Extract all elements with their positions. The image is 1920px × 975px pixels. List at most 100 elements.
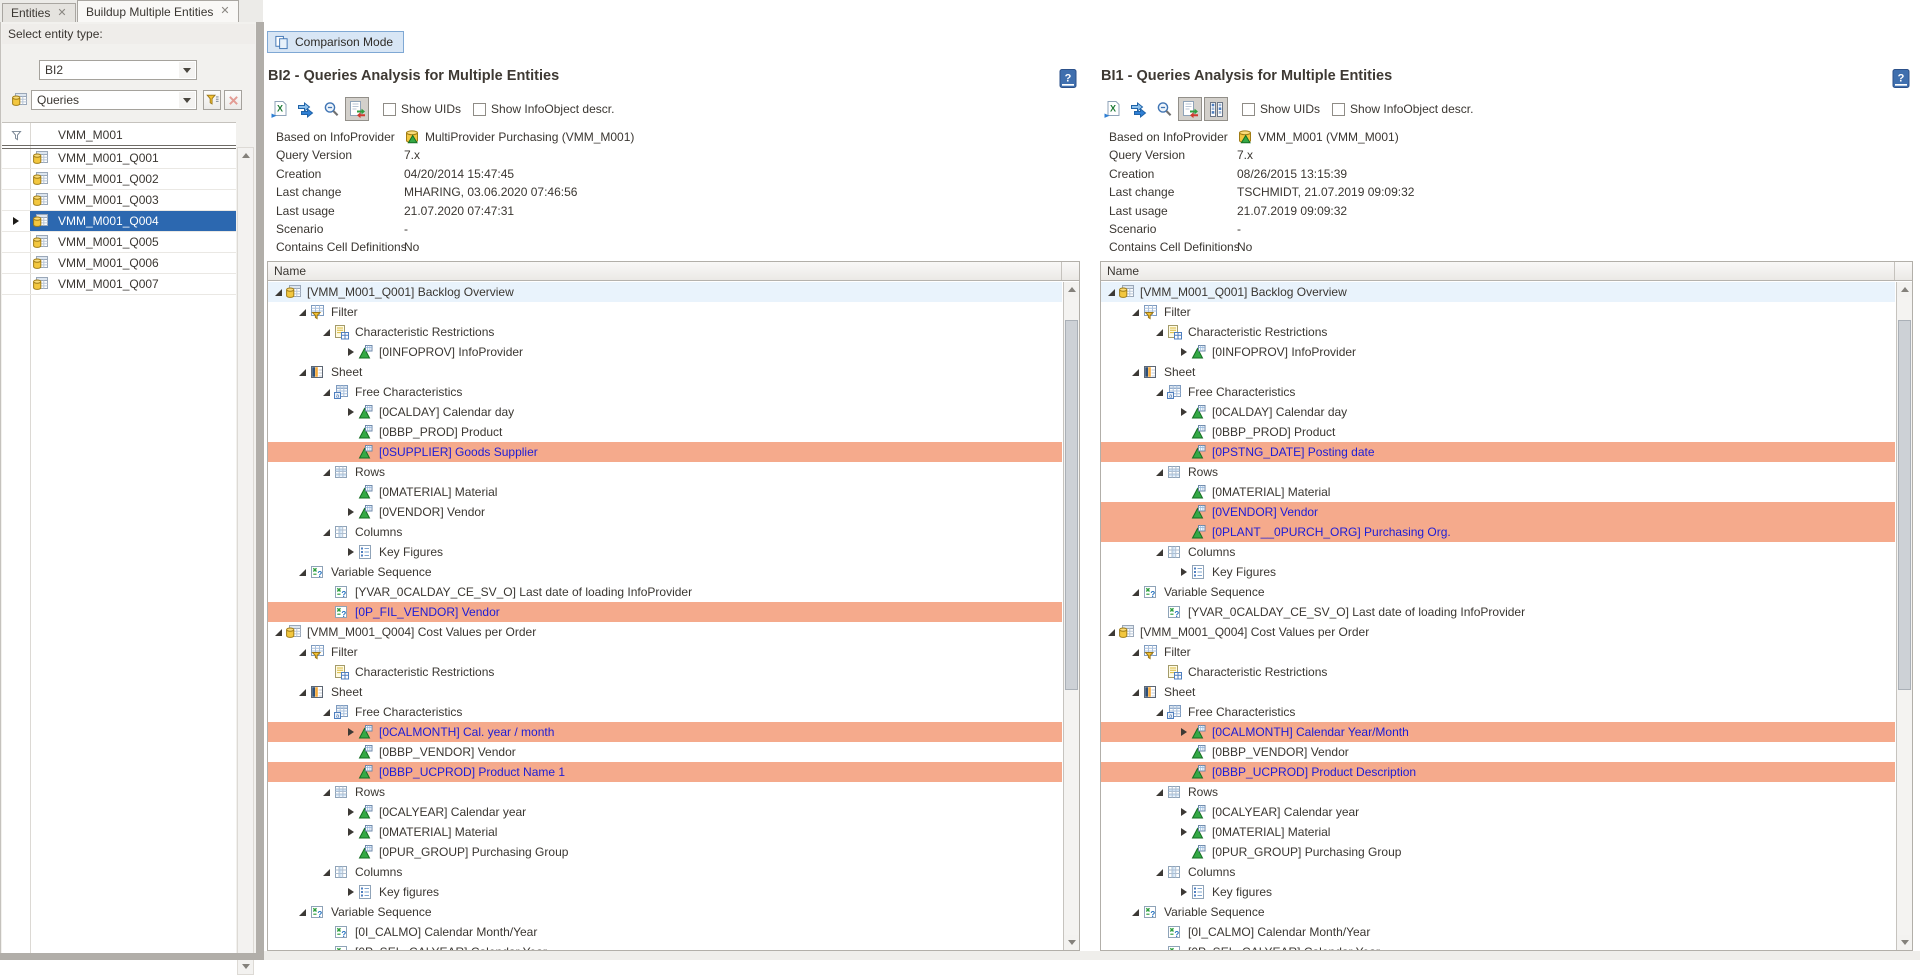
scroll-down-icon[interactable] [1897, 935, 1912, 950]
list-item[interactable]: VMM_M001_Q002 [2, 169, 236, 190]
collapse-icon[interactable] [320, 469, 333, 476]
list-item[interactable]: VMM_M001_Q003 [2, 190, 236, 211]
tree-row[interactable]: Sheet [1101, 362, 1895, 382]
tree-row[interactable]: [0PSTNG_DATE] Posting date [1101, 442, 1895, 462]
tree-row[interactable]: Rows [268, 462, 1062, 482]
chevron-down-icon[interactable] [179, 62, 195, 78]
collapse-icon[interactable] [1129, 909, 1142, 916]
tree-row[interactable]: Filter [1101, 302, 1895, 322]
layout-columns-icon[interactable] [1204, 97, 1228, 121]
collapse-icon[interactable] [296, 569, 309, 576]
excel-export-icon[interactable]: X [267, 97, 291, 121]
checkbox[interactable] [1332, 103, 1345, 116]
tree-row[interactable]: Filter [268, 302, 1062, 322]
tree-row[interactable]: Key figures [1101, 882, 1895, 902]
tree-row[interactable]: ?[0I_CALMO] Calendar Month/Year [1101, 922, 1895, 942]
tree-row[interactable]: [VMM_M001_Q001] Backlog Overview [1101, 282, 1895, 302]
tree-row[interactable]: [0PUR_GROUP] Purchasing Group [268, 842, 1062, 862]
clear-filter-button[interactable] [224, 90, 242, 110]
tab-buildup-multiple-entities[interactable]: Buildup Multiple Entities ✕ [77, 0, 239, 23]
tree-row[interactable]: Sheet [268, 682, 1062, 702]
tree-row[interactable]: [VMM_M001_Q004] Cost Values per Order [268, 622, 1062, 642]
help-book-icon[interactable]: ? [1891, 68, 1912, 90]
tree-row[interactable]: Columns [268, 522, 1062, 542]
chevron-down-icon[interactable] [179, 92, 195, 108]
tree-row[interactable]: [0CALYEAR] Calendar year [268, 802, 1062, 822]
collapse-icon[interactable] [320, 389, 333, 396]
expand-icon[interactable] [1177, 408, 1190, 416]
tree-row[interactable]: aFree Characteristics [1101, 382, 1895, 402]
tab-entities[interactable]: Entities ✕ [2, 3, 76, 23]
expand-collapse-icon[interactable] [345, 97, 369, 121]
tree-row[interactable]: Filter [268, 642, 1062, 662]
tree-row[interactable]: [0BBP_VENDOR] Vendor [268, 742, 1062, 762]
tree-row[interactable]: Columns [268, 862, 1062, 882]
collapse-icon[interactable] [1153, 549, 1166, 556]
scroll-down-icon[interactable] [238, 959, 253, 974]
expand-icon[interactable] [1177, 728, 1190, 736]
tree-row[interactable]: Key Figures [1101, 562, 1895, 582]
scroll-up-icon[interactable] [1897, 282, 1912, 297]
collapse-icon[interactable] [320, 709, 333, 716]
show-infoobject-descr-checkbox[interactable]: Show InfoObject descr. [1332, 102, 1473, 116]
collapse-icon[interactable] [1105, 289, 1118, 296]
tree-row[interactable]: [0CALDAY] Calendar day [1101, 402, 1895, 422]
tree-row[interactable]: [0MATERIAL] Material [268, 822, 1062, 842]
tree-row[interactable]: Rows [1101, 462, 1895, 482]
expand-icon[interactable] [344, 828, 357, 836]
tree-row[interactable]: [0PUR_GROUP] Purchasing Group [1101, 842, 1895, 862]
collapse-icon[interactable] [1129, 369, 1142, 376]
collapse-icon[interactable] [296, 309, 309, 316]
tree-row[interactable]: [0CALMONTH] Cal. year / month [268, 722, 1062, 742]
entity-type-select[interactable]: Queries [31, 90, 197, 110]
tree-row[interactable]: aFree Characteristics [268, 382, 1062, 402]
tree-row[interactable]: Filter [1101, 642, 1895, 662]
tree-scrollbar[interactable] [1896, 282, 1912, 950]
tree-row[interactable]: [0PLANT__0PURCH_ORG] Purchasing Org. [1101, 522, 1895, 542]
collapse-icon[interactable] [1153, 869, 1166, 876]
scroll-up-icon[interactable] [1064, 282, 1079, 297]
tree-row[interactable]: ?[YVAR_0CALDAY_CE_SV_O] Last date of loa… [268, 582, 1062, 602]
collapse-icon[interactable] [1153, 789, 1166, 796]
tree-row[interactable]: [0CALYEAR] Calendar year [1101, 802, 1895, 822]
column-header[interactable]: Name [1101, 262, 1912, 281]
list-item[interactable]: VMM_M001_Q005 [2, 232, 236, 253]
entity-system-select[interactable]: BI2 [39, 60, 197, 80]
collapse-icon[interactable] [296, 909, 309, 916]
list-item[interactable]: VMM_M001_Q006 [2, 253, 236, 274]
collapse-icon[interactable] [272, 289, 285, 296]
collapse-icon[interactable] [1153, 709, 1166, 716]
tree-row[interactable]: aFree Characteristics [1101, 702, 1895, 722]
sidebar-splitter[interactable] [256, 22, 264, 960]
expand-icon[interactable] [1177, 348, 1190, 356]
collapse-icon[interactable] [1153, 329, 1166, 336]
collapse-icon[interactable] [296, 649, 309, 656]
list-item[interactable]: VMM_M001_Q004 [2, 211, 236, 232]
collapse-icon[interactable] [1129, 649, 1142, 656]
tree-row[interactable]: [0CALMONTH] Calendar Year/Month [1101, 722, 1895, 742]
transfer-icon[interactable] [1126, 97, 1150, 121]
zoom-out-icon[interactable] [319, 97, 343, 121]
collapse-icon[interactable] [296, 369, 309, 376]
tree-row[interactable]: [0BBP_PROD] Product [1101, 422, 1895, 442]
expand-icon[interactable] [344, 728, 357, 736]
tree-row[interactable]: ?Variable Sequence [1101, 902, 1895, 922]
scroll-down-icon[interactable] [1064, 935, 1079, 950]
expand-icon[interactable] [344, 408, 357, 416]
tree-row[interactable]: [0INFOPROV] InfoProvider [268, 342, 1062, 362]
collapse-icon[interactable] [1105, 629, 1118, 636]
tree-row[interactable]: [VMM_M001_Q004] Cost Values per Order [1101, 622, 1895, 642]
excel-export-icon[interactable]: X [1100, 97, 1124, 121]
collapse-icon[interactable] [1129, 589, 1142, 596]
tree-row[interactable]: [0BBP_VENDOR] Vendor [1101, 742, 1895, 762]
scrollbar-thumb[interactable] [1065, 320, 1078, 690]
tree-row[interactable]: Characteristic Restrictions [1101, 662, 1895, 682]
tree-row[interactable]: ?[0I_CALMO] Calendar Month/Year [268, 922, 1062, 942]
scrollbar-thumb[interactable] [1898, 320, 1911, 690]
tree-row[interactable]: [0MATERIAL] Material [1101, 822, 1895, 842]
sidebar-scrollbar[interactable] [237, 147, 254, 975]
collapse-icon[interactable] [1129, 309, 1142, 316]
tree-row[interactable]: Key figures [268, 882, 1062, 902]
expand-icon[interactable] [1177, 568, 1190, 576]
collapse-icon[interactable] [1129, 689, 1142, 696]
